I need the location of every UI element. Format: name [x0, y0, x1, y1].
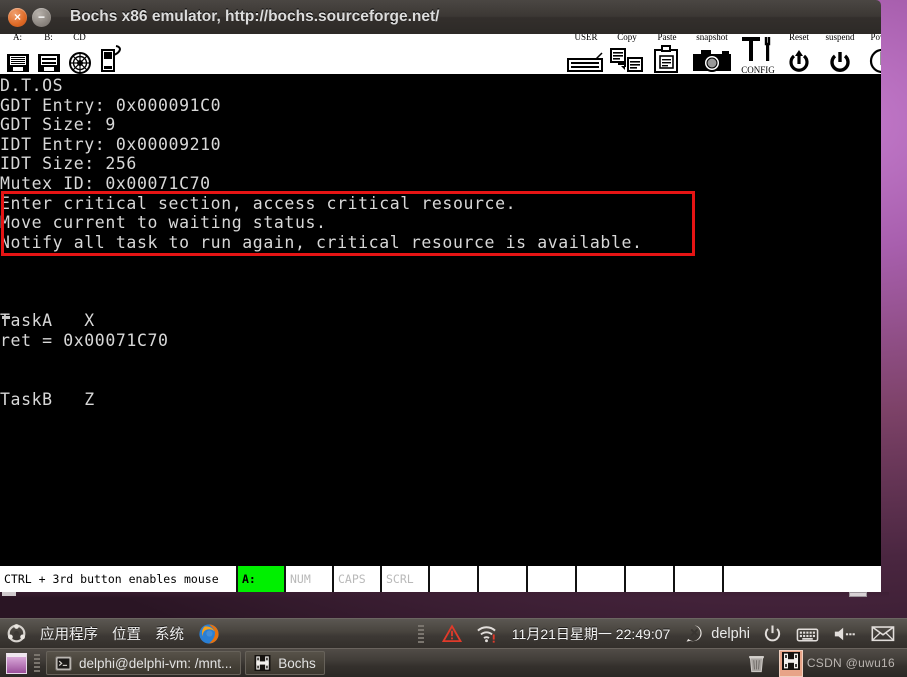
copy-icon[interactable]: Copy	[607, 34, 647, 74]
toolbar-right-group: USER Copy Paste snapshot CONFIG Reset su…	[565, 34, 881, 74]
snapshot-label: snapshot	[696, 34, 728, 42]
status-indicator-caps[interactable]: CAPS	[334, 566, 382, 592]
floppy-b-label: B:	[44, 34, 53, 42]
status-cell-blank	[577, 566, 626, 592]
close-icon[interactable]: ×	[8, 7, 27, 27]
status-indicator-floppy[interactable]: A:	[238, 566, 286, 592]
user-status-icon[interactable]	[678, 619, 711, 649]
taskbar-item-terminal-label: delphi@delphi-vm: /mnt...	[79, 655, 233, 671]
show-desktop-icon[interactable]	[6, 652, 27, 674]
bochs-guest-screen[interactable]: D.T.OS GDT Entry: 0x000091C0 GDT Size: 9…	[0, 74, 881, 565]
watermark-label: CSDN @uwu16	[806, 656, 895, 670]
suspend-label: suspend	[825, 34, 855, 42]
floppy-a-icon[interactable]: A:	[2, 34, 33, 74]
reset-label: Reset	[789, 34, 809, 42]
taskbar-item-bochs-label: Bochs	[278, 655, 316, 671]
usb-icon[interactable]	[95, 34, 126, 74]
power-icon[interactable]	[756, 619, 789, 649]
terminal-output: D.T.OS GDT Entry: 0x000091C0 GDT Size: 9…	[0, 76, 643, 409]
user-button-label: USER	[574, 34, 598, 42]
wifi-icon[interactable]	[469, 619, 504, 649]
user-button-icon[interactable]: USER	[565, 34, 607, 74]
mail-icon[interactable]	[864, 619, 907, 649]
ubuntu-logo-icon[interactable]	[0, 619, 33, 649]
status-cell-blank	[626, 566, 675, 592]
window-list-taskbar: delphi@delphi-vm: /mnt... Bochs CSDN @uw…	[0, 648, 907, 677]
floppy-b-icon[interactable]: B:	[33, 34, 64, 74]
cdrom-label: CD	[73, 34, 86, 42]
paste-label: Paste	[657, 34, 677, 42]
workspace-bochs-icon[interactable]	[775, 648, 807, 677]
reset-icon[interactable]: Reset	[779, 34, 819, 74]
window-title: Bochs x86 emulator, http://bochs.sourcef…	[70, 8, 440, 25]
window-resize-grip-left[interactable]	[2, 592, 16, 596]
window-titlebar[interactable]: × − Bochs x86 emulator, http://bochs.sou…	[0, 0, 881, 34]
status-cell-blank	[479, 566, 528, 592]
power-label: Power	[870, 34, 882, 42]
minimize-icon[interactable]: −	[32, 7, 51, 27]
menu-applications[interactable]: 应用程序	[33, 619, 105, 649]
warning-triangle-icon[interactable]	[435, 619, 469, 649]
toolbar-left-group: A: B: CD	[2, 34, 126, 74]
status-cell-blank	[675, 566, 724, 592]
terminal-icon	[55, 655, 72, 671]
panel-drag-handle-icon	[407, 619, 435, 649]
bochs-window: × − Bochs x86 emulator, http://bochs.sou…	[0, 0, 881, 592]
menu-system[interactable]: 系统	[148, 619, 191, 649]
taskbar-item-terminal[interactable]: delphi@delphi-vm: /mnt...	[46, 651, 242, 675]
status-cell-blank	[430, 566, 479, 592]
menu-places[interactable]: 位置	[105, 619, 148, 649]
status-indicator-num[interactable]: NUM	[286, 566, 334, 592]
firefox-icon[interactable]	[191, 619, 227, 649]
floppy-a-label: A:	[13, 34, 22, 42]
suspend-icon[interactable]: suspend	[819, 34, 861, 74]
window-shadow	[0, 592, 889, 598]
config-icon[interactable]: CONFIG	[737, 34, 779, 74]
panel-clock[interactable]: 11月21日星期一 22:49:07	[504, 624, 679, 644]
text-cursor	[2, 316, 10, 319]
status-cell-blank	[724, 566, 881, 592]
power-icon[interactable]: Power	[861, 34, 881, 74]
gnome-top-panel: 应用程序 位置 系统 11月21日星期一 22:49:07 delphi	[0, 618, 907, 648]
status-indicator-scrl[interactable]: SCRL	[382, 566, 430, 592]
bochs-toolbar: A: B: CD USER Copy Paste snapshot CONFIG…	[0, 34, 881, 74]
keyboard-icon[interactable]	[789, 619, 826, 649]
paste-icon[interactable]: Paste	[647, 34, 687, 74]
taskbar-item-bochs[interactable]: Bochs	[245, 651, 325, 675]
trash-icon[interactable]	[738, 648, 775, 677]
status-cell-blank	[528, 566, 577, 592]
snapshot-icon[interactable]: snapshot	[687, 34, 737, 74]
status-message: CTRL + 3rd button enables mouse	[0, 566, 238, 592]
bochs-icon	[254, 655, 271, 671]
window-resize-grip-right[interactable]	[849, 592, 867, 597]
cdrom-icon[interactable]: CD	[64, 34, 95, 74]
copy-label: Copy	[617, 34, 637, 42]
taskbar-drag-handle-icon	[34, 654, 40, 672]
volume-icon[interactable]	[826, 619, 864, 649]
bochs-statusbar: CTRL + 3rd button enables mouse A: NUM C…	[0, 565, 881, 592]
config-label: CONFIG	[741, 65, 775, 75]
panel-username[interactable]: delphi	[711, 626, 756, 642]
